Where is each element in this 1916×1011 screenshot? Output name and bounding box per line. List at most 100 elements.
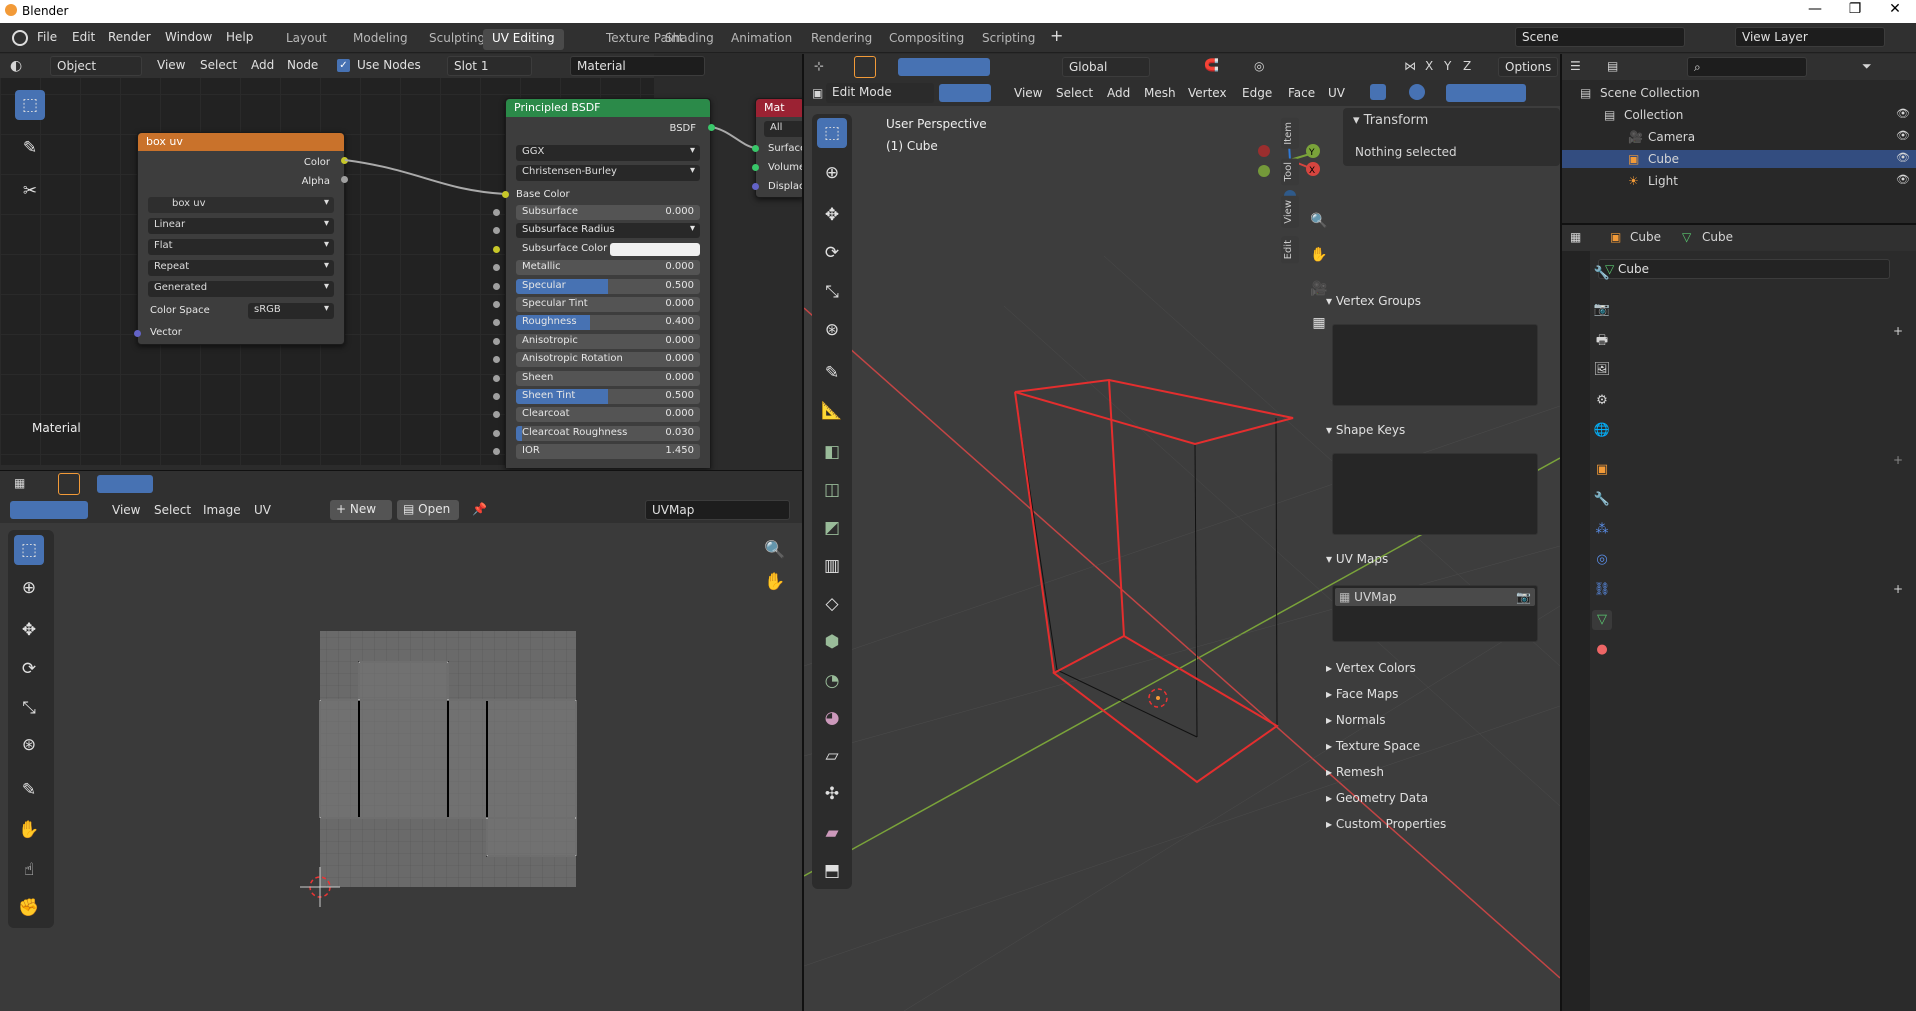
principled-bsdf-node[interactable]: Principled BSDF BSDF GGX Christensen-Bur… [493,98,711,468]
mirror-x-toggle[interactable]: X [1425,59,1433,73]
panel-vertex-colors[interactable]: ▸ Vertex Colors [1326,661,1912,681]
uv-menu-uv[interactable]: UV [254,503,271,517]
input-socket[interactable] [493,282,500,290]
uv-sync-icons[interactable] [10,501,88,519]
tab-rendering[interactable]: Rendering [802,29,881,50]
volume-input-socket[interactable] [752,164,759,171]
vp-measure-tool-icon[interactable]: 📐 [817,396,847,426]
edit-mode-dropdown[interactable]: Edit Mode [826,83,934,103]
add-shape-key-icon[interactable]: + [1893,453,1903,467]
sss-method-dropdown[interactable]: Christensen-Burley [516,165,700,181]
shape-keys-list[interactable] [1332,453,1538,535]
view-layer-selector[interactable]: View Layer [1735,27,1885,47]
subsurface-color-swatch[interactable] [610,242,700,256]
annotate-tool-icon[interactable]: ✎ [15,133,45,163]
bsdf-row-clearcoat-roughness[interactable]: Clearcoat Roughness 0.030 [516,425,700,441]
shear-tool-icon[interactable]: ▰ [817,818,847,848]
sticky-select-icon[interactable] [58,473,80,495]
bsdf-row-specular-tint[interactable]: Specular Tint 0.000 [516,297,700,312]
smooth-tool-icon[interactable]: ◕ [817,703,847,733]
outliner-item-scene-collection[interactable]: ▤ Scene Collection [1562,84,1916,102]
viewport-select-modes[interactable] [898,58,990,76]
proportional-edit-icon[interactable]: ◎ [1254,59,1264,73]
cut-links-tool-icon[interactable]: ✂ [15,176,45,206]
uv-select-tool[interactable]: ⬚ [14,535,44,565]
shrink-fatten-tool-icon[interactable]: ✣ [817,779,847,809]
mesh-name-field[interactable]: ▽ Cube [1598,259,1890,279]
transform-tool-icon[interactable]: ⊛ [14,730,44,760]
edit-mode-icon[interactable]: ▣ [812,86,823,100]
npanel-tab-view[interactable]: View [1281,196,1299,228]
visibility-eye-icon[interactable]: 👁 [1896,107,1910,120]
vp-rotate-tool-icon[interactable]: ⟳ [817,238,847,268]
material-tab-icon[interactable]: ● [1592,640,1612,660]
tool-tab-icon[interactable]: 🔧 [1592,264,1612,284]
uv-menu-select[interactable]: Select [154,503,191,517]
vp-menu-edge[interactable]: Edge [1242,86,1272,100]
tab-scripting[interactable]: Scripting [973,29,1044,50]
input-socket[interactable] [493,393,500,400]
bsdf-row-clearcoat[interactable]: Clearcoat 0.000 [516,407,700,423]
outliner-item-collection[interactable]: ▤ Collection 👁 [1562,106,1916,124]
npanel-tab-edit[interactable]: Edit [1281,236,1299,264]
bsdf-row-subsurface-radius[interactable]: Subsurface Radius ▾ [516,223,700,239]
outliner-search-field[interactable]: ⌕ [1687,57,1807,77]
outliner-item-cube[interactable]: ▣ Cube 👁 [1562,150,1916,168]
displacement-input-socket[interactable] [752,183,759,190]
add-vertex-group-icon[interactable]: + [1893,324,1903,338]
view-layer-tab-icon[interactable]: 🖼 [1592,360,1612,380]
cursor-tool-icon[interactable]: ⊕ [14,573,44,603]
inset-tool-icon[interactable]: ◫ [817,475,847,505]
modifier-tab-icon[interactable]: 🔧 [1592,490,1612,510]
input-socket[interactable] [493,209,500,216]
output-tab-icon[interactable]: 🖶 [1592,331,1612,351]
scale-tool-icon[interactable]: ⤡ [14,693,44,723]
maximize-button[interactable]: ❐ [1835,1,1875,17]
scene-selector[interactable]: Scene [1515,27,1685,47]
panel-face-maps[interactable]: ▸ Face Maps [1326,687,1912,707]
scene-tab-icon[interactable]: ⚙ [1592,391,1612,411]
properties-type-icon[interactable]: ▦ [1570,230,1581,244]
vp-menu-view[interactable]: View [1014,86,1042,100]
select-mode-icons[interactable] [97,475,153,493]
constraints-tab-icon[interactable]: ⛓ [1592,580,1612,600]
visibility-eye-icon[interactable]: 👁 [1896,151,1910,164]
panel-remesh[interactable]: ▸ Remesh [1326,765,1912,785]
loop-cut-tool-icon[interactable]: ▥ [817,551,847,581]
orientation-dropdown[interactable]: Global [1062,57,1150,77]
add-uv-map-icon[interactable]: + [1893,582,1903,596]
vp-scale-tool-icon[interactable]: ⤡ [817,277,847,307]
uv-zoom-icon[interactable]: 🔍 [760,535,790,565]
input-socket[interactable] [493,429,500,437]
material-output-node[interactable]: Mat All Surface Volume Displac [755,98,805,198]
rotate-tool-icon[interactable]: ⟳ [14,654,44,684]
vp-zoom-icon[interactable]: 🔍 [1304,206,1334,236]
base-color-socket[interactable] [502,191,509,198]
filter-icon[interactable]: ⏷ [1862,59,1872,74]
vp-menu-select[interactable]: Select [1056,86,1093,100]
mirror-y-toggle[interactable]: Y [1444,59,1451,73]
data-tab-icon[interactable]: ▽ [1592,610,1612,630]
bsdf-row-roughness[interactable]: Roughness 0.400 [516,315,700,331]
input-socket[interactable] [493,245,500,253]
uv-menu-image[interactable]: Image [203,503,241,517]
vp-menu-mesh[interactable]: Mesh [1144,86,1176,100]
rip-tool-icon[interactable]: ⬒ [817,856,847,886]
bsdf-output-socket[interactable] [708,124,715,131]
transform-header[interactable]: ▾ Transform [1353,113,1428,128]
snap-icon[interactable]: 🧲 [1204,58,1219,72]
uvmap-field[interactable]: UVMap [645,500,790,520]
add-workspace-button[interactable]: + [1050,26,1063,45]
panel-geometry-data[interactable]: ▸ Geometry Data [1326,791,1912,811]
input-socket[interactable] [493,337,500,345]
outliner-type-icon[interactable]: ☰ [1570,59,1581,73]
uv-annotate-tool-icon[interactable]: ✎ [14,775,44,805]
vp-menu-uv[interactable]: UV [1328,86,1345,100]
uv-maps-panel-header[interactable]: ▾ UV Maps [1326,552,1912,572]
bsdf-row-sheen-tint[interactable]: Sheen Tint 0.500 [516,389,700,404]
uv-maps-list[interactable]: ▦ UVMap 📷 [1332,585,1538,642]
uv-editor-type-icon[interactable]: ▦ [14,476,25,490]
gizmo-toggle-icon[interactable] [1370,84,1386,100]
grab-tool-icon[interactable]: ✋ [14,815,44,845]
extrude-tool-icon[interactable]: ◧ [817,437,847,467]
